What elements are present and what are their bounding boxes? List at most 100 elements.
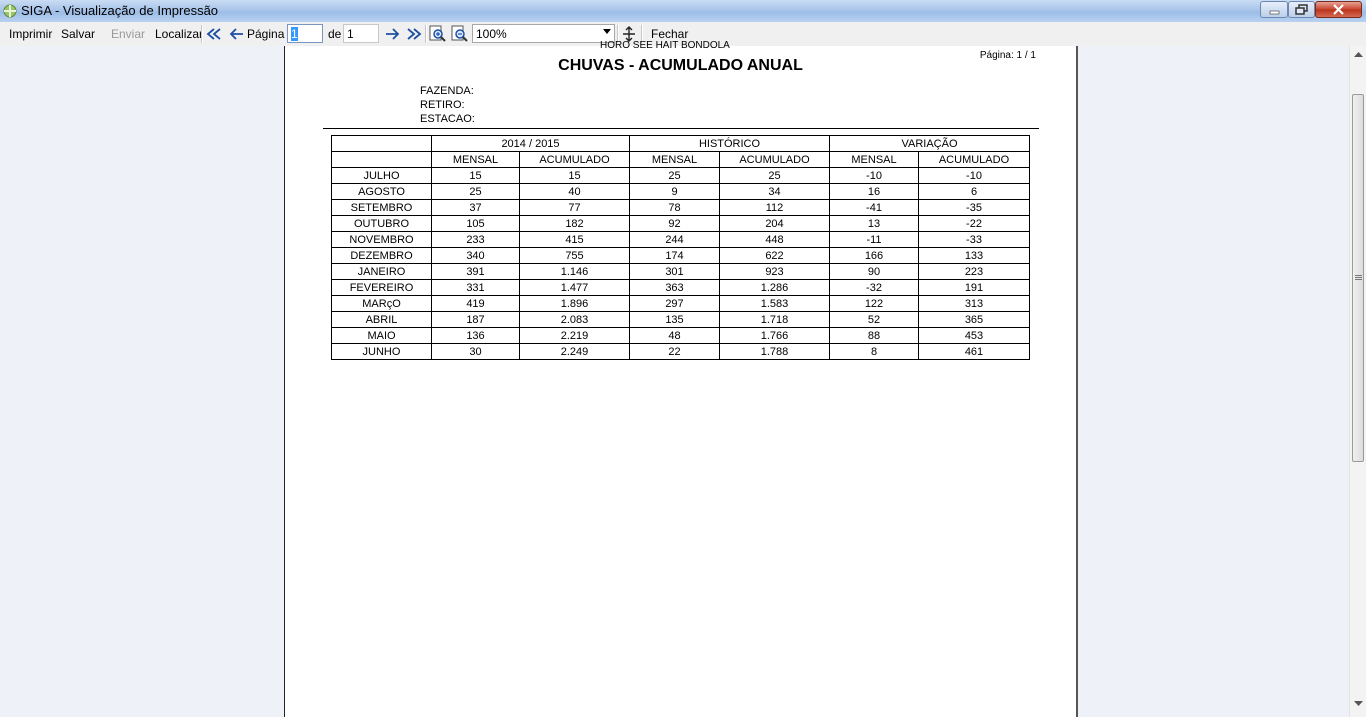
zoom-in-icon[interactable] bbox=[429, 25, 447, 43]
value-cell: 923 bbox=[719, 263, 830, 280]
value-cell: 1.583 bbox=[719, 295, 830, 312]
last-page-icon[interactable] bbox=[406, 26, 422, 42]
next-page-icon[interactable] bbox=[384, 26, 400, 42]
close-preview-button[interactable]: Fechar bbox=[651, 27, 688, 41]
table-subheader-row: MENSAL ACUMULADO MENSAL ACUMULADO MENSAL… bbox=[331, 151, 1030, 168]
header-divider bbox=[323, 128, 1039, 129]
find-label: Localizar bbox=[155, 27, 204, 41]
table-row: MARçO 419 1.896 297 1.583 122 313 bbox=[331, 295, 1030, 312]
value-cell: 15 bbox=[431, 167, 520, 184]
scrollbar-thumb[interactable] bbox=[1352, 94, 1364, 462]
month-cell: SETEMBRO bbox=[331, 199, 432, 216]
grip-icon bbox=[1355, 275, 1362, 280]
value-cell: 244 bbox=[629, 231, 720, 248]
value-cell: 92 bbox=[629, 215, 720, 232]
window-titlebar: SIGA - Visualização de Impressão bbox=[0, 0, 1366, 23]
app-icon bbox=[3, 4, 17, 18]
month-cell: DEZEMBRO bbox=[331, 247, 432, 264]
value-cell: 419 bbox=[431, 295, 520, 312]
value-cell: -33 bbox=[918, 231, 1030, 248]
value-cell: 77 bbox=[519, 199, 630, 216]
column-header: ACUMULADO bbox=[519, 151, 630, 168]
value-cell: -22 bbox=[918, 215, 1030, 232]
month-cell: NOVEMBRO bbox=[331, 231, 432, 248]
minimize-icon bbox=[1269, 10, 1280, 15]
total-pages-field: 1 bbox=[343, 24, 379, 43]
value-cell: 461 bbox=[918, 343, 1030, 360]
value-cell: -10 bbox=[829, 167, 919, 184]
estacao-label: ESTACAO: bbox=[420, 113, 475, 125]
column-header: ACUMULADO bbox=[918, 151, 1030, 168]
table-row: MAIO 136 2.219 48 1.766 88 453 bbox=[331, 327, 1030, 344]
table-row: JUNHO 30 2.249 22 1.788 8 461 bbox=[331, 343, 1030, 360]
value-cell: 301 bbox=[629, 263, 720, 280]
zoom-out-icon[interactable] bbox=[451, 25, 469, 43]
value-cell: 233 bbox=[431, 231, 520, 248]
value-cell: 448 bbox=[719, 231, 830, 248]
month-cell: OUTUBRO bbox=[331, 215, 432, 232]
month-cell: ABRIL bbox=[331, 311, 432, 328]
maximize-button[interactable] bbox=[1288, 1, 1315, 18]
value-cell: 105 bbox=[431, 215, 520, 232]
value-cell: -11 bbox=[829, 231, 919, 248]
scroll-down-icon[interactable] bbox=[1354, 701, 1363, 707]
group-header: HISTÓRICO bbox=[629, 135, 830, 152]
retiro-label: RETIRO: bbox=[420, 99, 465, 111]
close-label: Fechar bbox=[651, 27, 689, 41]
value-cell: 52 bbox=[829, 311, 919, 328]
save-button[interactable]: Salvar bbox=[61, 27, 95, 41]
value-cell: 13 bbox=[829, 215, 919, 232]
total-pages-value: 1 bbox=[347, 27, 354, 41]
close-window-button[interactable] bbox=[1315, 1, 1362, 18]
page-label: Página bbox=[247, 27, 285, 41]
value-cell: 8 bbox=[829, 343, 919, 360]
page-number-input[interactable]: 1 bbox=[287, 24, 323, 43]
value-cell: 313 bbox=[918, 295, 1030, 312]
value-cell: 40 bbox=[519, 183, 630, 200]
table-row: FEVEREIRO 331 1.477 363 1.286 -32 191 bbox=[331, 279, 1030, 296]
value-cell: 453 bbox=[918, 327, 1030, 344]
value-cell: 37 bbox=[431, 199, 520, 216]
minimize-button[interactable] bbox=[1260, 1, 1288, 18]
value-cell: 204 bbox=[719, 215, 830, 232]
vertical-scrollbar[interactable] bbox=[1349, 46, 1366, 717]
month-cell: JUNHO bbox=[331, 343, 432, 360]
value-cell: 2.219 bbox=[519, 327, 630, 344]
group-header: 2014 / 2015 bbox=[431, 135, 630, 152]
value-cell: 187 bbox=[431, 311, 520, 328]
table-row: NOVEMBRO 233 415 244 448 -11 -33 bbox=[331, 231, 1030, 248]
table-row: JULHO 15 15 25 25 -10 -10 bbox=[331, 167, 1030, 184]
value-cell: 15 bbox=[519, 167, 630, 184]
of-label: de bbox=[328, 27, 342, 41]
value-cell: 174 bbox=[629, 247, 720, 264]
table-row: OUTUBRO 105 182 92 204 13 -22 bbox=[331, 215, 1030, 232]
print-button[interactable]: Imprimir bbox=[9, 27, 52, 41]
value-cell: 9 bbox=[629, 183, 720, 200]
zoom-value: 100% bbox=[476, 27, 507, 41]
column-header: MENSAL bbox=[629, 151, 720, 168]
value-cell: -41 bbox=[829, 199, 919, 216]
value-cell: 25 bbox=[629, 167, 720, 184]
value-cell: 182 bbox=[519, 215, 630, 232]
value-cell: 331 bbox=[431, 279, 520, 296]
value-cell: 48 bbox=[629, 327, 720, 344]
page-header-cut: HORO SEE HAIT BONDOLA bbox=[600, 40, 730, 51]
chevron-down-icon bbox=[603, 29, 611, 34]
value-cell: 16 bbox=[829, 183, 919, 200]
table-row: SETEMBRO 37 77 78 112 -41 -35 bbox=[331, 199, 1030, 216]
value-cell: 136 bbox=[431, 327, 520, 344]
scroll-up-icon[interactable] bbox=[1354, 52, 1363, 58]
value-cell: 622 bbox=[719, 247, 830, 264]
send-button[interactable]: Enviar bbox=[111, 27, 145, 41]
value-cell: 25 bbox=[431, 183, 520, 200]
column-header: MENSAL bbox=[829, 151, 919, 168]
value-cell: 22 bbox=[629, 343, 720, 360]
zoom-select[interactable]: 100% bbox=[472, 24, 615, 43]
previous-page-icon[interactable] bbox=[229, 26, 245, 42]
month-cell: JULHO bbox=[331, 167, 432, 184]
first-page-icon[interactable] bbox=[206, 26, 222, 42]
find-button[interactable]: Localizar bbox=[155, 27, 203, 41]
value-cell: 223 bbox=[918, 263, 1030, 280]
month-cell: JANEIRO bbox=[331, 263, 432, 280]
value-cell: 1.718 bbox=[719, 311, 830, 328]
